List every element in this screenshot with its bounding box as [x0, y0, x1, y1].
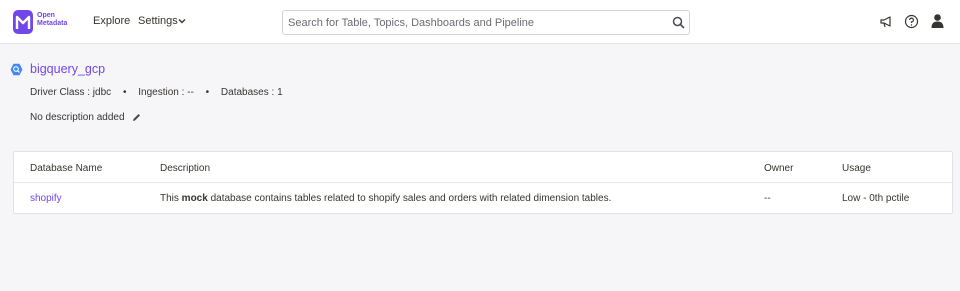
header-usage: Usage — [842, 163, 871, 174]
ingestion-label: Ingestion : — [138, 87, 185, 98]
service-meta: Driver Class : jdbc • Ingestion : -- • D… — [30, 87, 283, 98]
logo-text: Open Metadata — [37, 12, 67, 28]
openmetadata-logo-icon[interactable] — [12, 9, 34, 35]
databases-label: Databases : — [220, 87, 275, 98]
database-description: This mock database contains tables relat… — [160, 193, 611, 204]
service-description: No description added — [30, 112, 125, 123]
database-usage: Low - 0th pctile — [842, 193, 910, 204]
top-navbar: Open Metadata Explore Settings — [0, 0, 960, 44]
service-title[interactable]: bigquery_gcp — [30, 62, 105, 76]
desc-part: database contains tables related to shop… — [207, 193, 612, 204]
header-description: Description — [160, 163, 211, 174]
nav-explore[interactable]: Explore — [93, 15, 130, 27]
table-header: Database Name Description Owner Usage — [14, 152, 952, 183]
global-search[interactable] — [282, 10, 690, 35]
ingestion-value: -- — [187, 87, 194, 98]
table-row: shopify This mock database contains tabl… — [14, 183, 952, 214]
database-table: Database Name Description Owner Usage sh… — [13, 151, 953, 214]
search-icon[interactable] — [672, 16, 685, 29]
driver-class-value: jdbc — [92, 87, 112, 98]
database-owner: -- — [764, 193, 771, 204]
desc-bold: mock — [181, 193, 208, 204]
nav-settings[interactable]: Settings — [138, 15, 178, 27]
chevron-down-icon[interactable] — [178, 17, 186, 25]
edit-icon[interactable] — [132, 113, 141, 122]
database-link[interactable]: shopify — [30, 193, 62, 204]
help-icon[interactable] — [904, 14, 919, 29]
meta-separator: • — [205, 87, 210, 98]
logo-line-2: Metadata — [37, 20, 68, 27]
desc-part: This — [160, 193, 182, 204]
header-database-name: Database Name — [30, 163, 103, 174]
databases-value: 1 — [277, 87, 283, 98]
announcement-icon[interactable] — [879, 14, 894, 29]
header-owner: Owner — [764, 163, 794, 174]
driver-class-label: Driver Class : — [30, 87, 91, 98]
logo-line-1: Open — [37, 12, 55, 19]
search-input[interactable] — [284, 12, 654, 33]
meta-separator: • — [122, 87, 127, 98]
bigquery-icon — [10, 63, 23, 76]
user-avatar-icon[interactable] — [930, 13, 945, 28]
